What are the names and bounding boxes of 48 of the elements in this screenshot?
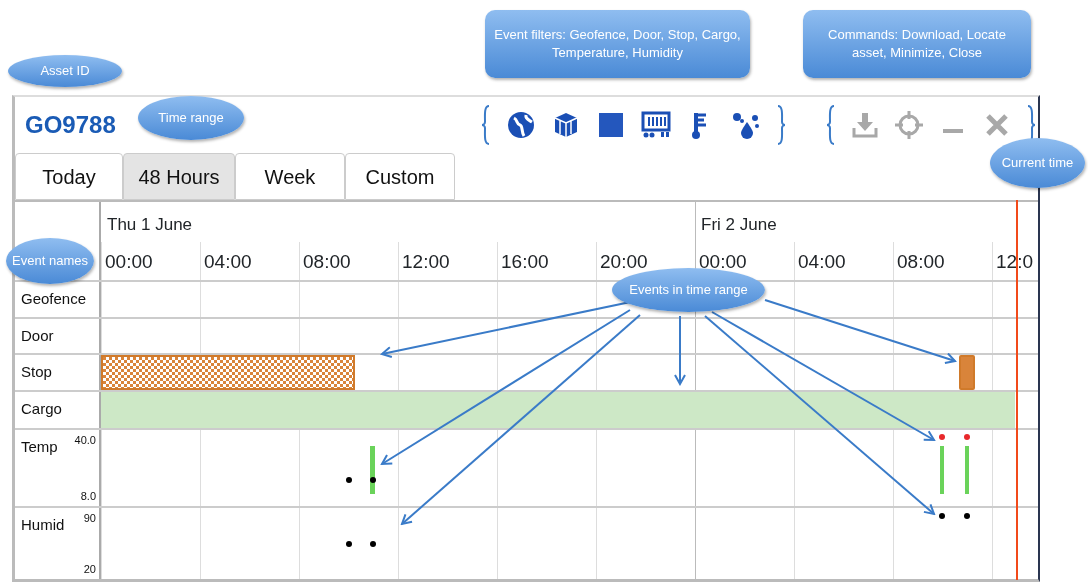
day-label: Thu 1 June: [107, 214, 193, 236]
reading-bar: [965, 446, 969, 494]
time-range-tab[interactable]: Today: [15, 153, 123, 200]
reading-dot: [346, 477, 352, 483]
scale-max: 90: [83, 511, 96, 526]
reading-bar: [940, 446, 944, 494]
hour-label: 16:00: [501, 250, 549, 274]
globe-icon[interactable]: [506, 110, 536, 140]
time-range-tab[interactable]: Week: [235, 153, 345, 200]
reading-dot: [370, 541, 376, 547]
stop-event-bar: [959, 355, 975, 390]
day-label: Fri 2 June: [701, 214, 777, 236]
callout-label: Commands: Download, Locate asset, Minimize, Close: [803, 10, 1031, 78]
scale-min: 20: [83, 561, 96, 577]
cargo-icon[interactable]: [641, 110, 671, 140]
callout-label: Current time: [990, 138, 1085, 188]
reading-dot: [964, 513, 970, 519]
left-brace-icon: [481, 105, 491, 145]
event-name: Stop: [21, 363, 52, 380]
reading-dot: [939, 513, 945, 519]
asset-id: GO9788: [25, 110, 116, 140]
callout-arrow: [674, 315, 686, 385]
hour-label: 00:00: [105, 250, 153, 274]
event-name: Geofence: [21, 290, 87, 307]
event-name: Temp: [21, 438, 58, 455]
hour-label: 04:00: [204, 250, 252, 274]
event-name: Door: [21, 327, 54, 344]
reading-bar: [370, 446, 375, 494]
callout-label: Event filters: Geofence, Door, Stop, Cargo, Temperature, Humidity: [485, 10, 750, 78]
square-icon[interactable]: [596, 110, 626, 140]
reading-dot: [370, 477, 376, 483]
alert-dot: [939, 434, 945, 440]
hour-label: 08:00: [303, 250, 351, 274]
event-name: Humid: [21, 516, 65, 533]
left-brace-icon: [826, 105, 836, 145]
hour-label: 04:00: [798, 250, 846, 274]
scale-max: 40.0: [74, 433, 96, 448]
scale-min: 8.0: [80, 488, 96, 504]
reading-dot: [346, 541, 352, 547]
time-range-tab[interactable]: 48 Hours: [123, 153, 235, 200]
time-range-tab[interactable]: Custom: [345, 153, 455, 200]
right-brace-icon: [776, 105, 786, 145]
alert-dot: [964, 434, 970, 440]
droplets-icon[interactable]: [731, 110, 761, 140]
hour-label: 08:00: [897, 250, 945, 274]
callout-label: Asset ID: [8, 55, 122, 87]
hour-label: 12:00: [402, 250, 450, 274]
event-name: Cargo: [21, 400, 62, 417]
